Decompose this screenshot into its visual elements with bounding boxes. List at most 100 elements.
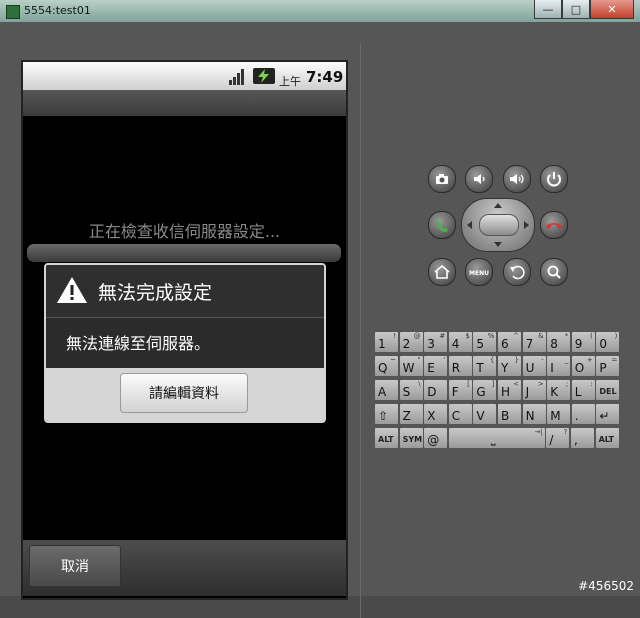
key-3-1[interactable]: Z xyxy=(398,403,424,425)
key-1-5[interactable]: Y} xyxy=(497,355,522,377)
menu-icon: MENU xyxy=(469,270,489,277)
progress-text: 正在檢查收信伺服器設定... xyxy=(88,222,281,241)
hardware-keyboard: 1! 2 @3 #4 $5% 6 ^ 7 & 8 * 9(0) Q ~ W " E ' R T{Y} U - I _ O + P = A… xyxy=(374,331,621,451)
signal-icon xyxy=(229,69,244,85)
window-title: 5554:test01 xyxy=(24,4,91,17)
dialog-title: 無法完成設定 xyxy=(98,282,213,304)
key-0-9[interactable]: 0) xyxy=(595,331,621,353)
key-1-8[interactable]: O + xyxy=(570,355,596,377)
window-controls: — □ ✕ xyxy=(534,0,634,19)
device-screen: 上午 7:49 正在檢查收信伺服器設定... 無法完成設定 無法連線至伺服器。 … xyxy=(21,60,348,600)
key-2-1[interactable]: S \ xyxy=(398,379,424,401)
key-0-5[interactable]: 6 ^ xyxy=(497,331,522,353)
progress-bar xyxy=(27,244,341,262)
key-4-6[interactable]: ALT xyxy=(594,427,620,449)
warning-icon xyxy=(57,277,87,303)
key-1-9[interactable]: P = xyxy=(595,355,621,377)
back-icon xyxy=(510,265,525,280)
key-3-9[interactable]: ↵ xyxy=(595,403,621,425)
home-button[interactable] xyxy=(428,258,456,286)
key-2-6[interactable]: J > xyxy=(521,379,547,401)
key-1-4[interactable]: T{ xyxy=(472,355,498,377)
status-time: 7:49 xyxy=(306,68,344,86)
key-4-1[interactable]: SYM xyxy=(398,427,424,449)
maximize-button[interactable]: □ xyxy=(562,0,590,19)
key-3-7[interactable]: M xyxy=(546,403,572,425)
watermark: #456502 xyxy=(578,579,634,593)
call-icon xyxy=(436,220,448,232)
bottom-bar: 取消 xyxy=(23,540,346,596)
app-icon xyxy=(6,5,20,19)
key-1-1[interactable]: W " xyxy=(398,355,424,377)
key-1-2[interactable]: E ' xyxy=(423,355,449,377)
key-3-8[interactable]: . xyxy=(570,403,596,425)
call-button[interactable] xyxy=(428,211,456,239)
key-2-5[interactable]: H < xyxy=(497,379,522,401)
dialog-message: 無法連線至伺服器。 xyxy=(66,334,211,353)
app-title-bar xyxy=(23,90,346,116)
key-2-4[interactable]: G] xyxy=(472,379,498,401)
menu-button[interactable]: MENU xyxy=(465,258,493,286)
error-dialog: 無法完成設定 無法連線至伺服器。 請編輯資料 xyxy=(44,263,326,423)
key-0-3[interactable]: 4 $ xyxy=(447,331,473,353)
key-4-2[interactable]: @ xyxy=(423,427,449,449)
status-bar: 上午 7:49 xyxy=(23,62,346,90)
power-button[interactable] xyxy=(540,165,568,193)
window-titlebar: 5554:test01 — □ ✕ xyxy=(0,0,640,22)
emulator-frame: 上午 7:49 正在檢查收信伺服器設定... 無法完成設定 無法連線至伺服器。 … xyxy=(0,22,640,618)
end-call-icon xyxy=(546,223,562,229)
key-3-3[interactable]: C xyxy=(447,403,473,425)
edit-details-button[interactable]: 請編輯資料 xyxy=(120,373,248,413)
menu-label: MENU xyxy=(469,270,489,277)
home-icon xyxy=(434,264,450,279)
key-0-4[interactable]: 5% xyxy=(472,331,498,353)
status-ampm: 上午 xyxy=(279,75,301,88)
camera-icon xyxy=(436,174,448,184)
dialog-header: 無法完成設定 xyxy=(46,265,324,318)
camera-button[interactable] xyxy=(428,165,456,193)
key-0-6[interactable]: 7 & xyxy=(521,331,547,353)
key-2-9[interactable]: DEL xyxy=(595,379,621,401)
key-0-0[interactable]: 1! xyxy=(374,331,399,353)
key-0-7[interactable]: 8 * xyxy=(546,331,572,353)
minimize-button[interactable]: — xyxy=(534,0,562,19)
key-2-2[interactable]: D xyxy=(423,379,449,401)
search-button[interactable] xyxy=(540,258,568,286)
key-2-0[interactable]: A xyxy=(374,379,399,401)
key-3-5[interactable]: B xyxy=(497,403,522,425)
end-call-button[interactable] xyxy=(540,211,568,239)
dpad-arrows-icon xyxy=(467,203,529,247)
key-2-7[interactable]: K; xyxy=(546,379,572,401)
key-1-3[interactable]: R xyxy=(447,355,473,377)
cancel-button[interactable]: 取消 xyxy=(29,545,121,587)
key-0-1[interactable]: 2 @ xyxy=(398,331,424,353)
search-icon xyxy=(547,265,561,279)
key-3-2[interactable]: X xyxy=(423,403,449,425)
power-icon xyxy=(547,172,561,187)
key-2-8[interactable]: L: xyxy=(570,379,596,401)
key-3-0[interactable]: ⇧ xyxy=(374,403,399,425)
volume-up-button[interactable] xyxy=(503,165,531,193)
key-0-8[interactable]: 9( xyxy=(570,331,596,353)
key-4-0[interactable]: ALT xyxy=(374,427,399,449)
panel-divider xyxy=(360,44,361,618)
dpad[interactable] xyxy=(461,198,535,252)
key-2-3[interactable]: F[ xyxy=(447,379,473,401)
key-3-4[interactable]: V xyxy=(472,403,498,425)
key-4-5[interactable]: , xyxy=(570,427,595,449)
volume-down-icon xyxy=(474,174,485,184)
key-1-7[interactable]: I _ xyxy=(546,355,572,377)
key-1-0[interactable]: Q ~ xyxy=(374,355,399,377)
key-3-6[interactable]: N xyxy=(521,403,547,425)
key-1-6[interactable]: U- xyxy=(521,355,547,377)
key-0-2[interactable]: 3 # xyxy=(423,331,449,353)
close-button[interactable]: ✕ xyxy=(590,0,634,19)
back-button[interactable] xyxy=(503,258,531,286)
volume-down-button[interactable] xyxy=(465,165,493,193)
dialog-message-area: 無法連線至伺服器。 xyxy=(46,318,324,368)
key-4-3[interactable]: ⎵ →| xyxy=(447,427,546,449)
volume-up-icon xyxy=(510,174,524,184)
key-4-4[interactable]: /? xyxy=(545,427,571,449)
dialog-button-bar: 請編輯資料 xyxy=(46,368,324,421)
battery-charging-icon xyxy=(253,68,275,84)
